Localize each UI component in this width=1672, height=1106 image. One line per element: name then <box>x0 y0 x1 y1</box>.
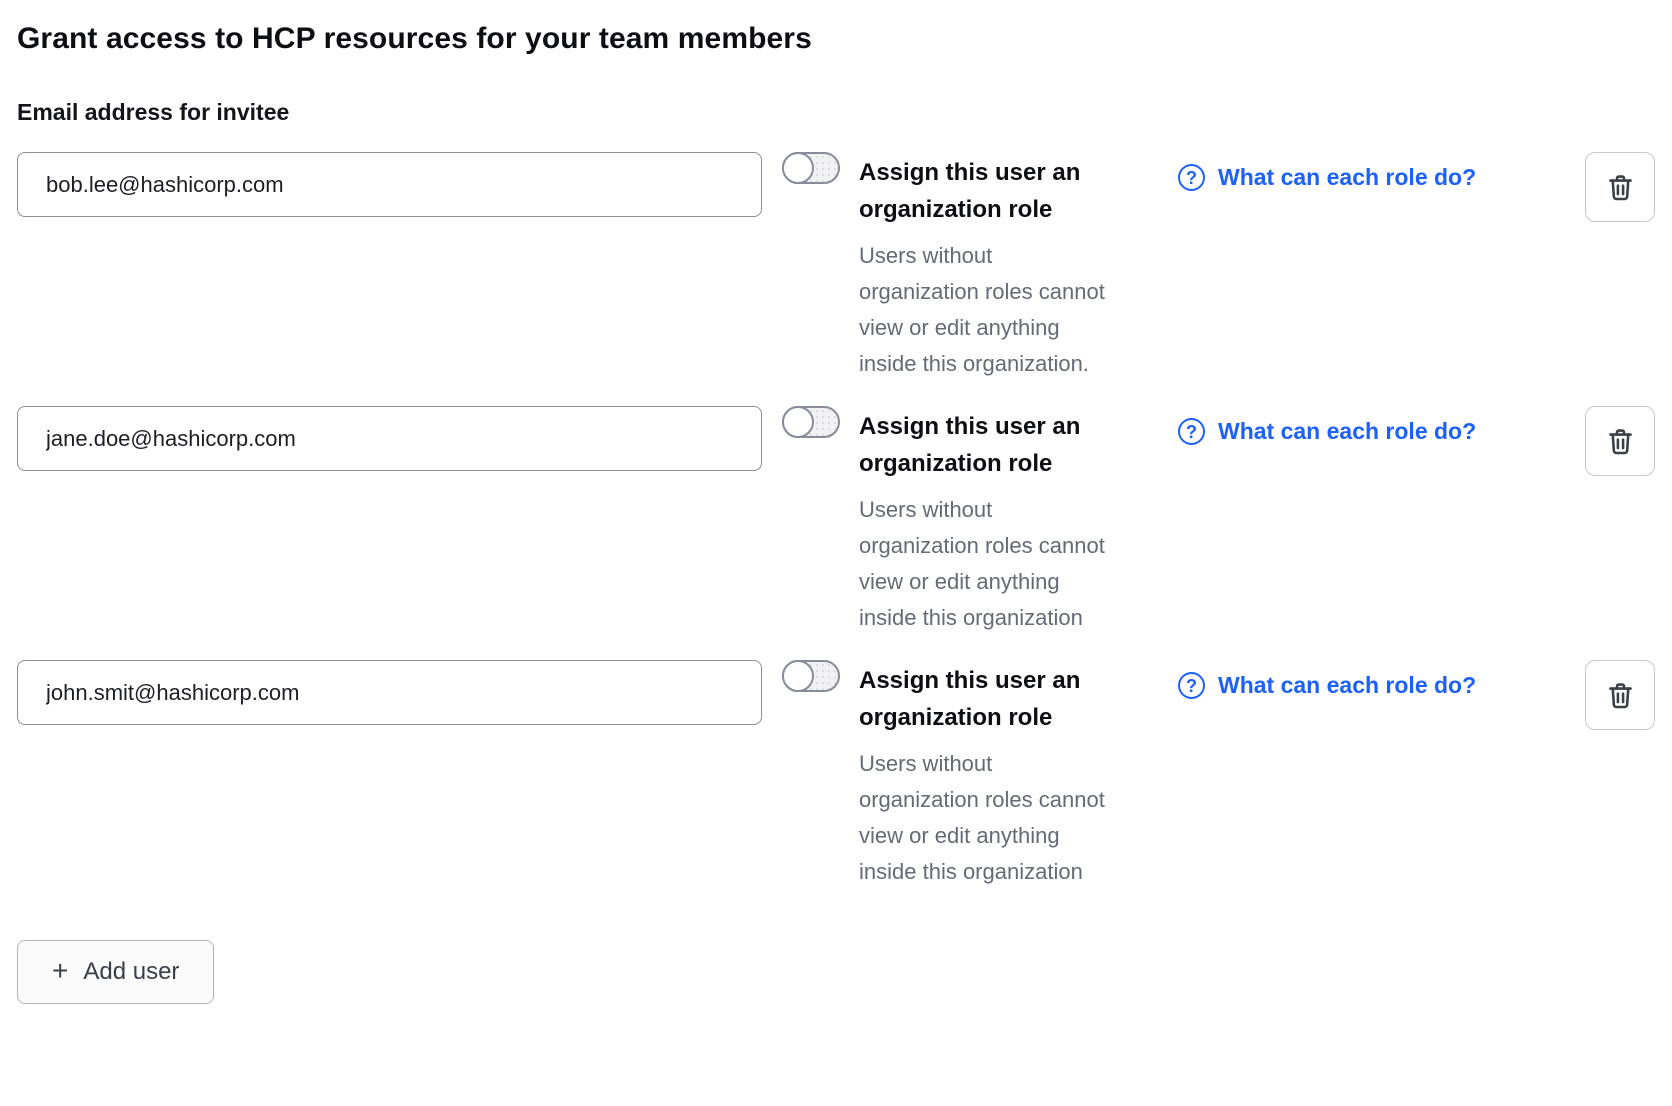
role-help-link[interactable]: ? What can each role do? <box>1178 672 1476 699</box>
role-help-link[interactable]: ? What can each role do? <box>1178 418 1476 445</box>
delete-row-button[interactable] <box>1585 660 1655 730</box>
org-role-helper-text: Users without organization roles cannot … <box>859 238 1111 382</box>
email-input[interactable] <box>17 152 762 217</box>
org-role-toggle[interactable] <box>782 660 840 692</box>
trash-icon <box>1605 680 1636 711</box>
help-circle-icon: ? <box>1178 418 1205 445</box>
role-help-link[interactable]: ? What can each role do? <box>1178 164 1476 191</box>
toggle-knob-icon <box>782 660 814 692</box>
toggle-knob-icon <box>782 406 814 438</box>
org-role-toggle[interactable] <box>782 406 840 438</box>
plus-icon: + <box>52 957 68 985</box>
invite-row: Assign this user an organization role Us… <box>17 152 1655 382</box>
trash-icon <box>1605 172 1636 203</box>
role-description: Assign this user an organization role Us… <box>859 408 1111 636</box>
add-user-button-label: Add user <box>83 958 179 986</box>
org-role-toggle-label: Assign this user an organization role <box>859 662 1111 736</box>
invite-row: Assign this user an organization role Us… <box>17 406 1655 636</box>
org-role-toggle-label: Assign this user an organization role <box>859 154 1111 228</box>
help-circle-icon: ? <box>1178 672 1205 699</box>
delete-row-button[interactable] <box>1585 152 1655 222</box>
email-field-label: Email address for invitee <box>17 98 1655 126</box>
role-help-link-label: What can each role do? <box>1218 672 1476 699</box>
role-help-link-label: What can each role do? <box>1218 164 1476 191</box>
delete-row-button[interactable] <box>1585 406 1655 476</box>
page-title: Grant access to HCP resources for your t… <box>17 20 1655 58</box>
role-help-link-label: What can each role do? <box>1218 418 1476 445</box>
add-user-button[interactable]: + Add user <box>17 940 214 1004</box>
role-description: Assign this user an organization role Us… <box>859 154 1111 382</box>
help-circle-icon: ? <box>1178 164 1205 191</box>
email-input[interactable] <box>17 406 762 471</box>
email-input[interactable] <box>17 660 762 725</box>
role-description: Assign this user an organization role Us… <box>859 662 1111 890</box>
toggle-knob-icon <box>782 152 814 184</box>
trash-icon <box>1605 426 1636 457</box>
org-role-helper-text: Users without organization roles cannot … <box>859 492 1111 636</box>
org-role-toggle-label: Assign this user an organization role <box>859 408 1111 482</box>
org-role-toggle[interactable] <box>782 152 840 184</box>
invite-row: Assign this user an organization role Us… <box>17 660 1655 890</box>
invite-users-form: Grant access to HCP resources for your t… <box>0 0 1655 1004</box>
org-role-helper-text: Users without organization roles cannot … <box>859 746 1111 890</box>
